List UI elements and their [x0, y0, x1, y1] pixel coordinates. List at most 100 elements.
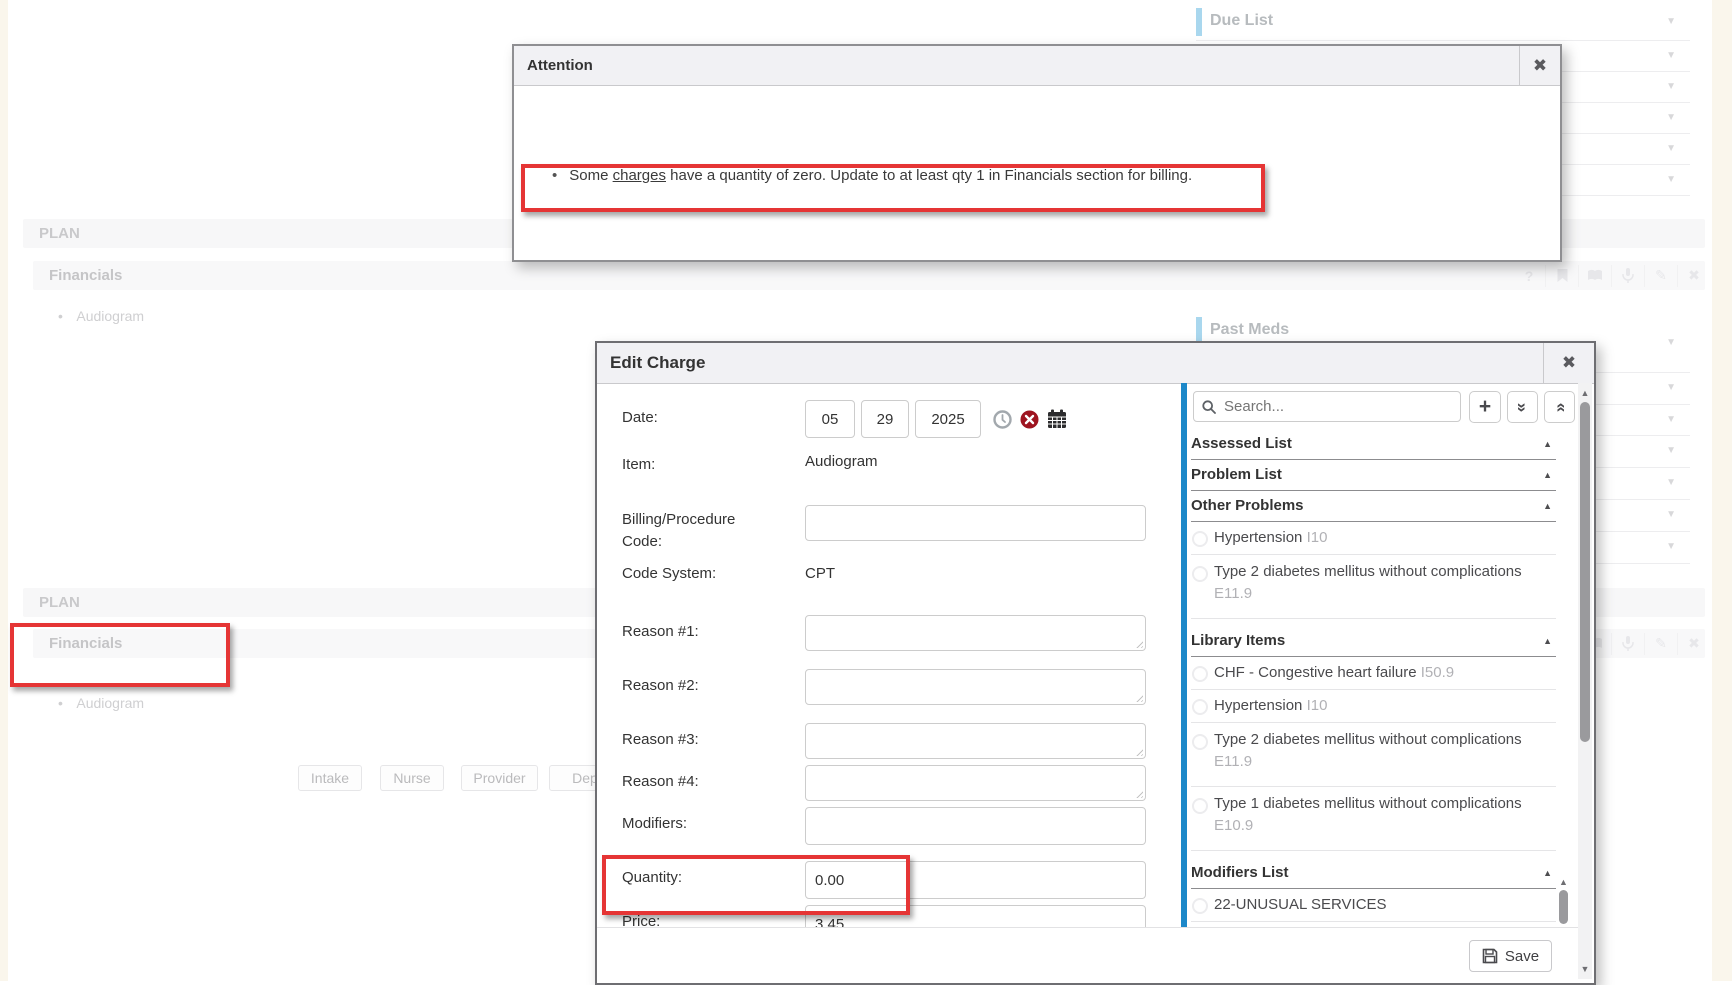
search-icon: [1202, 400, 1216, 414]
add-code-button[interactable]: +: [1469, 391, 1501, 423]
pencil-icon[interactable]: ✎: [1644, 265, 1677, 287]
remove-icon[interactable]: ✖: [1677, 265, 1710, 287]
scroll-down-icon[interactable]: ▼: [1578, 962, 1592, 976]
code-system-label: Code System:: [622, 565, 716, 582]
date-month-input[interactable]: [805, 400, 855, 438]
clear-date-icon[interactable]: [1020, 410, 1039, 434]
code-list-item[interactable]: CHF - Congestive heart failure I50.9: [1191, 657, 1556, 690]
chevron-down-icon[interactable]: ▼: [1666, 383, 1676, 393]
section-assessed-list[interactable]: Assessed List▲: [1191, 429, 1556, 460]
due-list-accent: [1196, 8, 1202, 36]
edit-charge-dialog-header: Edit Charge ✖: [597, 343, 1594, 384]
radio-icon[interactable]: [1192, 734, 1208, 750]
tab-nurse[interactable]: Nurse: [380, 765, 444, 791]
calendar-icon[interactable]: [1047, 409, 1067, 434]
collapse-all-button[interactable]: »: [1507, 391, 1538, 423]
section-library-items[interactable]: Library Items▲: [1191, 626, 1556, 657]
list-scrollbar-thumb[interactable]: [1559, 890, 1568, 924]
billing-code-input[interactable]: [805, 505, 1146, 541]
reason1-label: Reason #1:: [622, 623, 699, 640]
bookmark-icon[interactable]: [1545, 265, 1578, 287]
reason3-label: Reason #3:: [622, 731, 699, 748]
modifiers-input[interactable]: [805, 807, 1146, 845]
book-icon[interactable]: [1578, 265, 1611, 287]
dialog-scrollbar[interactable]: ▲ ▼: [1578, 383, 1592, 979]
bullet-icon: •: [58, 308, 63, 324]
chevron-down-icon[interactable]: ▼: [1666, 82, 1676, 92]
attention-dialog-header: Attention ✖: [514, 46, 1560, 86]
tab-intake[interactable]: Intake: [298, 765, 362, 791]
code-list-item[interactable]: Type 2 diabetes mellitus without complic…: [1191, 555, 1556, 619]
chevron-down-icon[interactable]: ▼: [1666, 113, 1676, 123]
chevron-down-icon[interactable]: ▼: [1666, 446, 1676, 456]
save-button[interactable]: Save: [1469, 940, 1552, 972]
code-list-item[interactable]: Type 1 diabetes mellitus without complic…: [1191, 787, 1556, 851]
date-day-input[interactable]: [861, 400, 909, 438]
chevron-down-icon[interactable]: ▼: [1666, 144, 1676, 154]
caret-up-icon: ▲: [1543, 858, 1556, 888]
section-modifiers-list[interactable]: Modifiers List▲: [1191, 858, 1556, 889]
attention-message-text: Some: [569, 167, 612, 184]
chevron-down-icon[interactable]: ▼: [1666, 17, 1676, 27]
microphone-icon[interactable]: [1611, 633, 1644, 655]
page-left-margin: [0, 0, 8, 981]
section-other-problems[interactable]: Other Problems▲: [1191, 491, 1556, 522]
chevron-down-icon[interactable]: ▼: [1666, 175, 1676, 185]
clock-icon[interactable]: [993, 410, 1012, 434]
reason4-label: Reason #4:: [622, 773, 699, 790]
financials-list-item: • Audiogram: [58, 308, 144, 326]
radio-icon[interactable]: [1192, 566, 1208, 582]
chevron-down-icon[interactable]: ▼: [1666, 51, 1676, 61]
scroll-up-icon[interactable]: ▲: [1558, 875, 1569, 889]
scroll-up-icon[interactable]: ▲: [1578, 386, 1592, 400]
radio-icon[interactable]: [1192, 531, 1208, 547]
chevron-double-down-icon: »: [1514, 402, 1531, 411]
pencil-icon[interactable]: ✎: [1644, 633, 1677, 655]
quantity-input[interactable]: [805, 861, 1146, 899]
price-input[interactable]: [805, 905, 1146, 927]
help-icon[interactable]: ?: [1513, 265, 1545, 287]
charge-item-label[interactable]: Audiogram: [67, 695, 144, 711]
close-icon[interactable]: ✖: [1519, 46, 1560, 85]
attention-dialog: Attention ✖ •Some charges have a quantit…: [512, 44, 1562, 262]
code-list-item[interactable]: Hypertension I10: [1191, 690, 1556, 723]
search-input[interactable]: [1222, 397, 1452, 416]
save-icon: [1482, 948, 1498, 964]
item-label: Item:: [622, 456, 655, 473]
radio-icon[interactable]: [1192, 798, 1208, 814]
code-list-item[interactable]: 22-UNUSUAL SERVICES: [1191, 889, 1556, 922]
bullet-icon: •: [552, 167, 569, 184]
chevron-down-icon[interactable]: ▼: [1666, 338, 1676, 348]
financials-list-item: • Audiogram: [58, 695, 144, 713]
code-list-item[interactable]: Hypertension I10: [1191, 522, 1556, 555]
microphone-icon[interactable]: [1611, 265, 1644, 287]
charge-item-label[interactable]: Audiogram: [67, 308, 144, 324]
remove-icon[interactable]: ✖: [1677, 633, 1710, 655]
chevron-down-icon[interactable]: ▼: [1666, 542, 1676, 552]
reason3-input[interactable]: [805, 723, 1146, 759]
dialog-scrollbar-thumb[interactable]: [1580, 402, 1590, 742]
list-scrollbar[interactable]: ▲: [1558, 875, 1569, 927]
chevron-double-up-icon: »: [1551, 402, 1568, 411]
reason2-input[interactable]: [805, 669, 1146, 705]
due-list-label: Due List: [1210, 12, 1273, 30]
search-box[interactable]: [1193, 391, 1461, 422]
radio-icon[interactable]: [1192, 666, 1208, 682]
chevron-down-icon[interactable]: ▼: [1666, 415, 1676, 425]
section-toolbar: ? ✎ ✖: [1513, 261, 1710, 290]
due-list-row[interactable]: Due List ▼: [1196, 4, 1690, 41]
date-year-input[interactable]: [915, 400, 981, 438]
date-label: Date:: [622, 409, 658, 426]
section-problem-list[interactable]: Problem List▲: [1191, 460, 1556, 491]
radio-icon[interactable]: [1192, 699, 1208, 715]
radio-icon[interactable]: [1192, 898, 1208, 914]
tab-provider[interactable]: Provider: [461, 765, 538, 791]
charges-link[interactable]: charges: [613, 167, 666, 184]
expand-all-button[interactable]: »: [1544, 391, 1575, 423]
reason4-input[interactable]: [805, 765, 1146, 801]
code-list-item[interactable]: Type 2 diabetes mellitus without complic…: [1191, 723, 1556, 787]
close-icon[interactable]: ✖: [1543, 343, 1594, 383]
chevron-down-icon[interactable]: ▼: [1666, 510, 1676, 520]
chevron-down-icon[interactable]: ▼: [1666, 478, 1676, 488]
reason1-input[interactable]: [805, 615, 1146, 651]
